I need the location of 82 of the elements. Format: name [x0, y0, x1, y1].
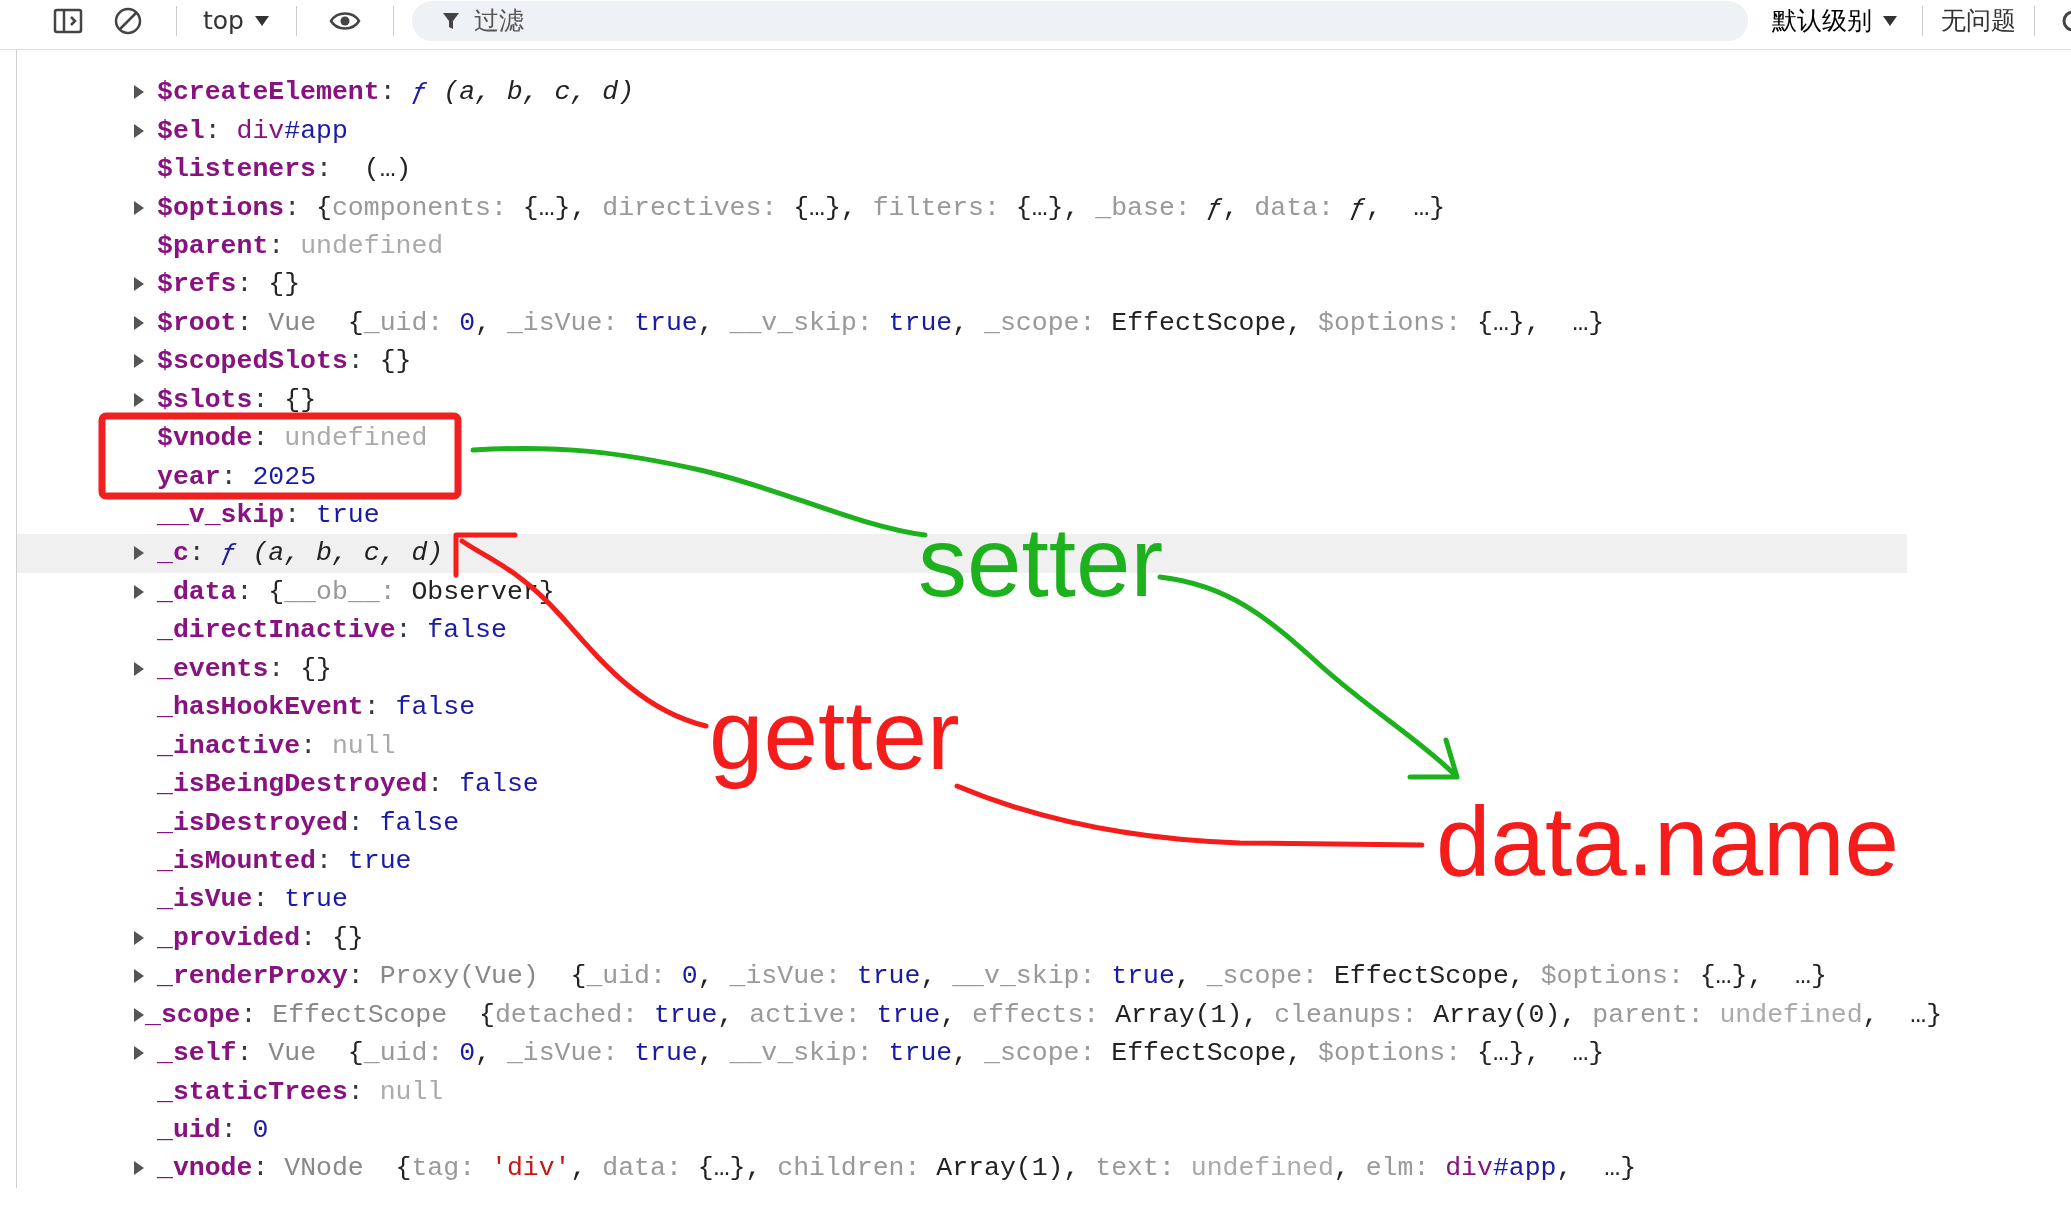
property-value: : {}	[347, 346, 412, 377]
property-value: : false	[363, 692, 476, 723]
property-value: : Vue {_uid: 0, _isVue: true, __v_skip: true, _scope: EffectScope, $options: {…}, …}	[236, 1038, 1605, 1069]
property-name: _isDestroyed	[157, 807, 348, 838]
property-value: : 0	[220, 1115, 269, 1146]
property-name: _renderProxy	[157, 961, 348, 992]
property-name: _data	[157, 576, 237, 607]
property-value: : ƒ (a, b, c, d)	[188, 538, 444, 569]
property-name: _provided	[157, 922, 301, 953]
property-value: : {components: {…}, directives: {…}, filters: {…}, _base: ƒ, data: ƒ, …}	[284, 192, 1446, 223]
property-name: _events	[157, 653, 269, 684]
property-name: _vnode	[157, 1153, 253, 1184]
property-name: $listeners	[157, 154, 317, 185]
property-value: : null	[300, 730, 396, 761]
property-value: : {}	[300, 922, 364, 953]
property-value: : div#app	[204, 115, 348, 146]
property-name: _isBeingDestroyed	[157, 769, 428, 800]
property-value: : {}	[268, 653, 332, 684]
caret-icon	[1882, 14, 1898, 27]
property-value: : true	[252, 884, 348, 915]
property-value: : undefined	[252, 423, 428, 454]
expand-arrow-icon[interactable]	[133, 84, 145, 101]
expand-arrow-icon[interactable]	[133, 545, 145, 562]
caret-icon	[253, 14, 270, 27]
expand-arrow-icon[interactable]	[133, 1160, 145, 1177]
property-name: _inactive	[157, 730, 301, 761]
property-value: : null	[347, 1076, 444, 1107]
expand-arrow-icon[interactable]	[133, 276, 145, 293]
property-name: _isMounted	[157, 845, 317, 876]
property-value: : false	[395, 615, 507, 646]
property-value: : ƒ (a, b, c, d)	[379, 77, 635, 108]
property-value: : VNode {tag: 'div', data: {…}, children: Array(1), text: undefined, elm: div#app, …}	[252, 1153, 1637, 1184]
property-name: $scopedSlots	[157, 346, 348, 377]
expand-arrow-icon[interactable]	[133, 353, 145, 370]
property-name: _staticTrees	[157, 1076, 348, 1107]
expand-arrow-icon[interactable]	[133, 391, 145, 408]
property-value: : EffectScope {detached: true, active: true, effects: Array(1), cleanups: Array(0), parent: undefined, …}	[240, 999, 1943, 1030]
property-name: $refs	[157, 269, 237, 300]
property-value: : {}	[252, 384, 317, 415]
property-name: $slots	[157, 384, 253, 415]
property-value: : true	[316, 845, 412, 876]
property-name: _directInactive	[157, 615, 396, 646]
property-name: $createElement	[157, 77, 380, 108]
annotation-label: setter	[918, 506, 1164, 619]
property-name: $parent	[157, 230, 269, 261]
property-value: : undefined	[268, 230, 444, 261]
funnel-icon	[441, 10, 460, 31]
expand-arrow-icon[interactable]	[133, 314, 145, 331]
property-value: : Vue {_uid: 0, _isVue: true, __v_skip: true, _scope: EffectScope, $options: {…}, …}	[236, 307, 1605, 338]
level-dropdown[interactable]: 默认级别	[1766, 3, 1904, 38]
property-value: : Proxy(Vue) {_uid: 0, _isVue: true, __v_skip: true, _scope: EffectScope, $options: {…}, …}	[347, 961, 1827, 992]
expand-arrow-icon[interactable]	[133, 199, 145, 216]
property-name: _c	[157, 538, 189, 569]
property-name: $el	[157, 115, 205, 146]
property-value: : true	[284, 500, 380, 531]
issues-link[interactable]: 无问题	[1941, 4, 2016, 37]
property-name: _self	[157, 1038, 237, 1069]
property-name: $vnode	[157, 423, 253, 454]
property-name: _hasHookEvent	[157, 692, 364, 723]
property-name: year	[157, 461, 221, 492]
property-value: : false	[427, 769, 539, 800]
property-value: : 2025	[220, 461, 317, 492]
property-value: : (…)	[316, 154, 412, 185]
annotation-label: getter	[709, 679, 960, 792]
property-name: $options	[157, 192, 285, 223]
expand-arrow-icon[interactable]	[133, 1006, 145, 1023]
property-name: __v_skip	[157, 500, 285, 531]
annotation-label: data.name	[1436, 785, 1900, 898]
expand-arrow-icon[interactable]	[133, 968, 145, 985]
expand-arrow-icon[interactable]	[133, 1045, 145, 1062]
context-dropdown[interactable]: top	[195, 6, 278, 35]
expand-arrow-icon[interactable]	[133, 660, 145, 677]
property-name: _isVue	[157, 884, 253, 915]
property-value: : false	[347, 807, 460, 838]
filter-field[interactable]: 过滤	[411, 0, 1748, 41]
expand-arrow-icon[interactable]	[133, 583, 145, 600]
property-name: _uid	[157, 1115, 221, 1146]
property-value: : {}	[236, 269, 301, 300]
expand-arrow-icon[interactable]	[133, 122, 145, 139]
property-name: $root	[157, 307, 237, 338]
property-name: _scope	[145, 999, 241, 1030]
expand-arrow-icon[interactable]	[133, 929, 145, 946]
